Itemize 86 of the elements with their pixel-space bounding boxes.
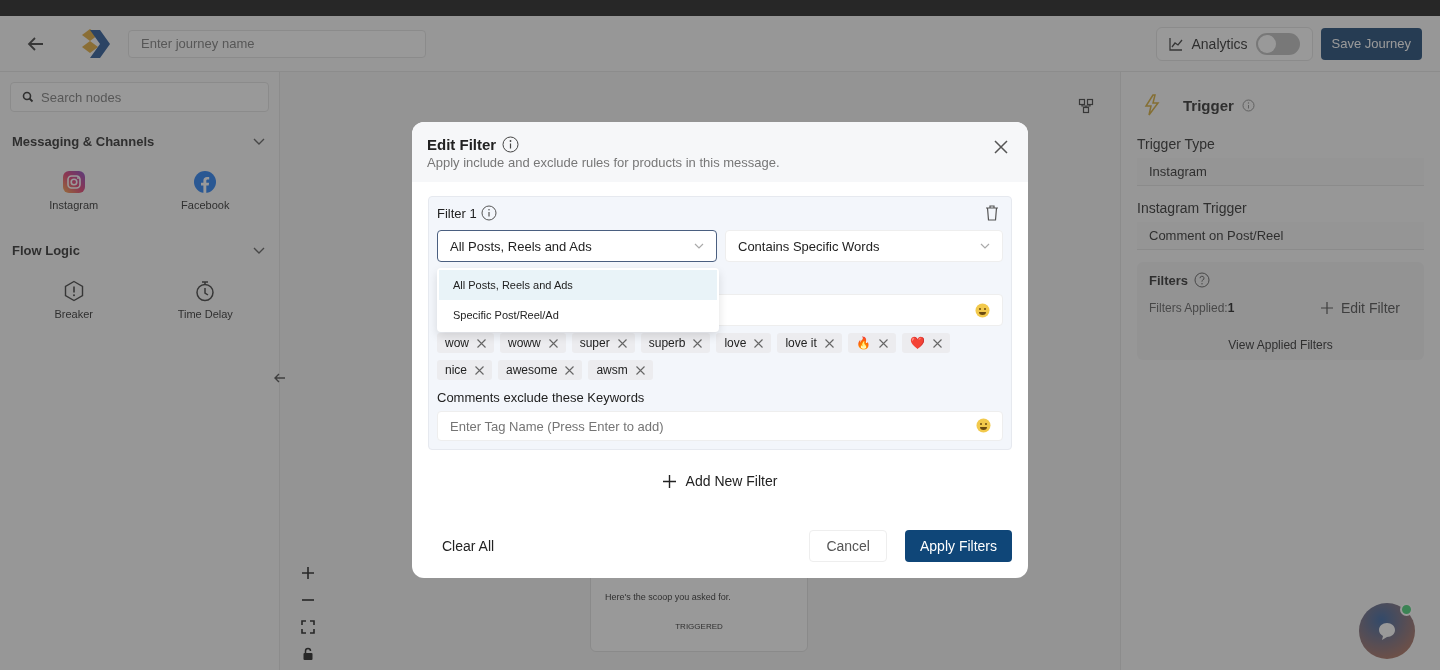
node-message: Here's the scoop you asked for. bbox=[605, 592, 731, 602]
remove-icon[interactable] bbox=[477, 338, 486, 348]
emoji-icon[interactable] bbox=[976, 418, 991, 433]
condition-select[interactable]: Contains Specific Words bbox=[725, 230, 1003, 262]
remove-icon[interactable] bbox=[475, 365, 484, 375]
section-title: Flow Logic bbox=[12, 243, 80, 258]
tag-input-field[interactable]: Enter Tag Name (Press Enter to add) bbox=[437, 411, 1003, 441]
chat-bubble-icon bbox=[1376, 620, 1398, 642]
dropdown-option[interactable]: All Posts, Reels and Ads bbox=[439, 270, 717, 300]
chart-icon bbox=[1169, 36, 1184, 51]
edit-filter-button[interactable]: Edit Filter bbox=[1320, 300, 1412, 316]
plus-icon bbox=[662, 474, 676, 488]
view-applied-filters-link[interactable]: View Applied Filters bbox=[1228, 338, 1333, 352]
analytics-label: Analytics bbox=[1191, 35, 1248, 52]
apply-filters-button[interactable]: Apply Filters bbox=[904, 530, 1012, 562]
tag-label: love bbox=[724, 336, 747, 350]
tag-label: woww bbox=[508, 336, 541, 350]
remove-icon[interactable] bbox=[824, 338, 834, 348]
remove-icon[interactable] bbox=[754, 338, 764, 348]
node-label: Breaker bbox=[54, 308, 93, 320]
field-label: Instagram Trigger bbox=[1137, 200, 1248, 216]
fit-view-icon[interactable] bbox=[301, 620, 315, 634]
tag-label: ❤ bbox=[909, 336, 925, 350]
remove-icon[interactable] bbox=[878, 338, 888, 348]
stopwatch-icon bbox=[194, 280, 217, 302]
node-label: Instagram bbox=[49, 199, 99, 211]
node-tile[interactable]: Facebook bbox=[141, 161, 269, 221]
info-icon bbox=[480, 205, 497, 221]
info-icon bbox=[502, 136, 520, 153]
lock-icon[interactable] bbox=[301, 647, 315, 661]
tag-label: superb bbox=[648, 336, 686, 350]
collapse-arrow-icon[interactable] bbox=[273, 371, 287, 385]
panel-title: Trigger bbox=[1183, 96, 1234, 114]
section-title: Messaging & Channels bbox=[12, 134, 155, 149]
facebook-icon bbox=[194, 171, 217, 193]
dialog-title: Edit Filter bbox=[427, 136, 497, 153]
chevron-icon[interactable] bbox=[253, 137, 265, 146]
info-icon bbox=[1241, 98, 1255, 112]
remove-icon[interactable] bbox=[932, 338, 942, 348]
node-tile[interactable]: Instagram bbox=[10, 161, 138, 221]
trash-icon[interactable] bbox=[985, 205, 999, 221]
instagram-icon bbox=[62, 171, 85, 193]
remove-icon[interactable] bbox=[693, 338, 703, 348]
chevron-icon bbox=[694, 243, 704, 249]
tag-label: super bbox=[579, 336, 610, 350]
field-label: Comments exclude these Keywords bbox=[437, 390, 646, 405]
tag-label: love it bbox=[785, 336, 817, 350]
remove-icon[interactable] bbox=[565, 365, 575, 375]
remove-icon[interactable] bbox=[617, 338, 627, 348]
help-icon bbox=[1194, 272, 1210, 288]
cancel-button[interactable]: Cancel bbox=[809, 530, 887, 562]
remove-icon[interactable] bbox=[548, 338, 558, 348]
tag-label: awsm bbox=[596, 363, 628, 377]
analytics-toggle[interactable]: Analytics bbox=[1156, 26, 1313, 61]
warning-hexagon-icon bbox=[62, 280, 85, 302]
node-label: Facebook bbox=[181, 199, 230, 211]
node-tile[interactable]: Time Delay bbox=[141, 270, 269, 330]
save-journey-button[interactable]: Save Journey bbox=[1320, 27, 1422, 60]
dialog-subtitle: Apply include and exclude rules for products in this message. bbox=[427, 155, 780, 170]
chevron-icon[interactable] bbox=[253, 246, 265, 255]
emoji-icon[interactable] bbox=[975, 302, 990, 318]
filters-title: Filters bbox=[1149, 272, 1188, 288]
dropdown-option[interactable]: Specific Post/Reel/Ad bbox=[439, 300, 717, 330]
node-status: TRIGGERED bbox=[675, 622, 723, 631]
filter-title: Filter 1 bbox=[437, 205, 477, 221]
filters-applied-count: Filters Applied:1 bbox=[1149, 301, 1235, 315]
zoom-in-icon[interactable] bbox=[301, 566, 315, 580]
add-new-filter-button[interactable]: Add New Filter bbox=[656, 472, 784, 490]
node-label: Time Delay bbox=[177, 308, 233, 320]
lightning-icon bbox=[1143, 94, 1161, 116]
plus-icon bbox=[1320, 302, 1333, 314]
chevron-icon bbox=[980, 243, 990, 249]
tag-label: nice bbox=[445, 363, 467, 377]
search-field[interactable]: Search nodes bbox=[10, 82, 269, 112]
search-icon bbox=[22, 91, 34, 103]
node-tile[interactable]: Breaker bbox=[10, 270, 138, 330]
tag-label: awesome bbox=[506, 363, 558, 377]
close-icon[interactable] bbox=[994, 140, 1008, 154]
clear-all-button[interactable]: Clear All bbox=[428, 538, 509, 554]
remove-icon[interactable] bbox=[635, 365, 645, 375]
tag-label: wow bbox=[445, 336, 469, 350]
journey-name-field[interactable]: Enter journey name bbox=[128, 29, 426, 58]
source-select[interactable]: All Posts, Reels and Ads bbox=[437, 230, 717, 262]
layout-icon[interactable] bbox=[1078, 98, 1094, 114]
field-label: Trigger Type bbox=[1137, 136, 1216, 152]
tag-label: 🔥 bbox=[855, 336, 871, 350]
